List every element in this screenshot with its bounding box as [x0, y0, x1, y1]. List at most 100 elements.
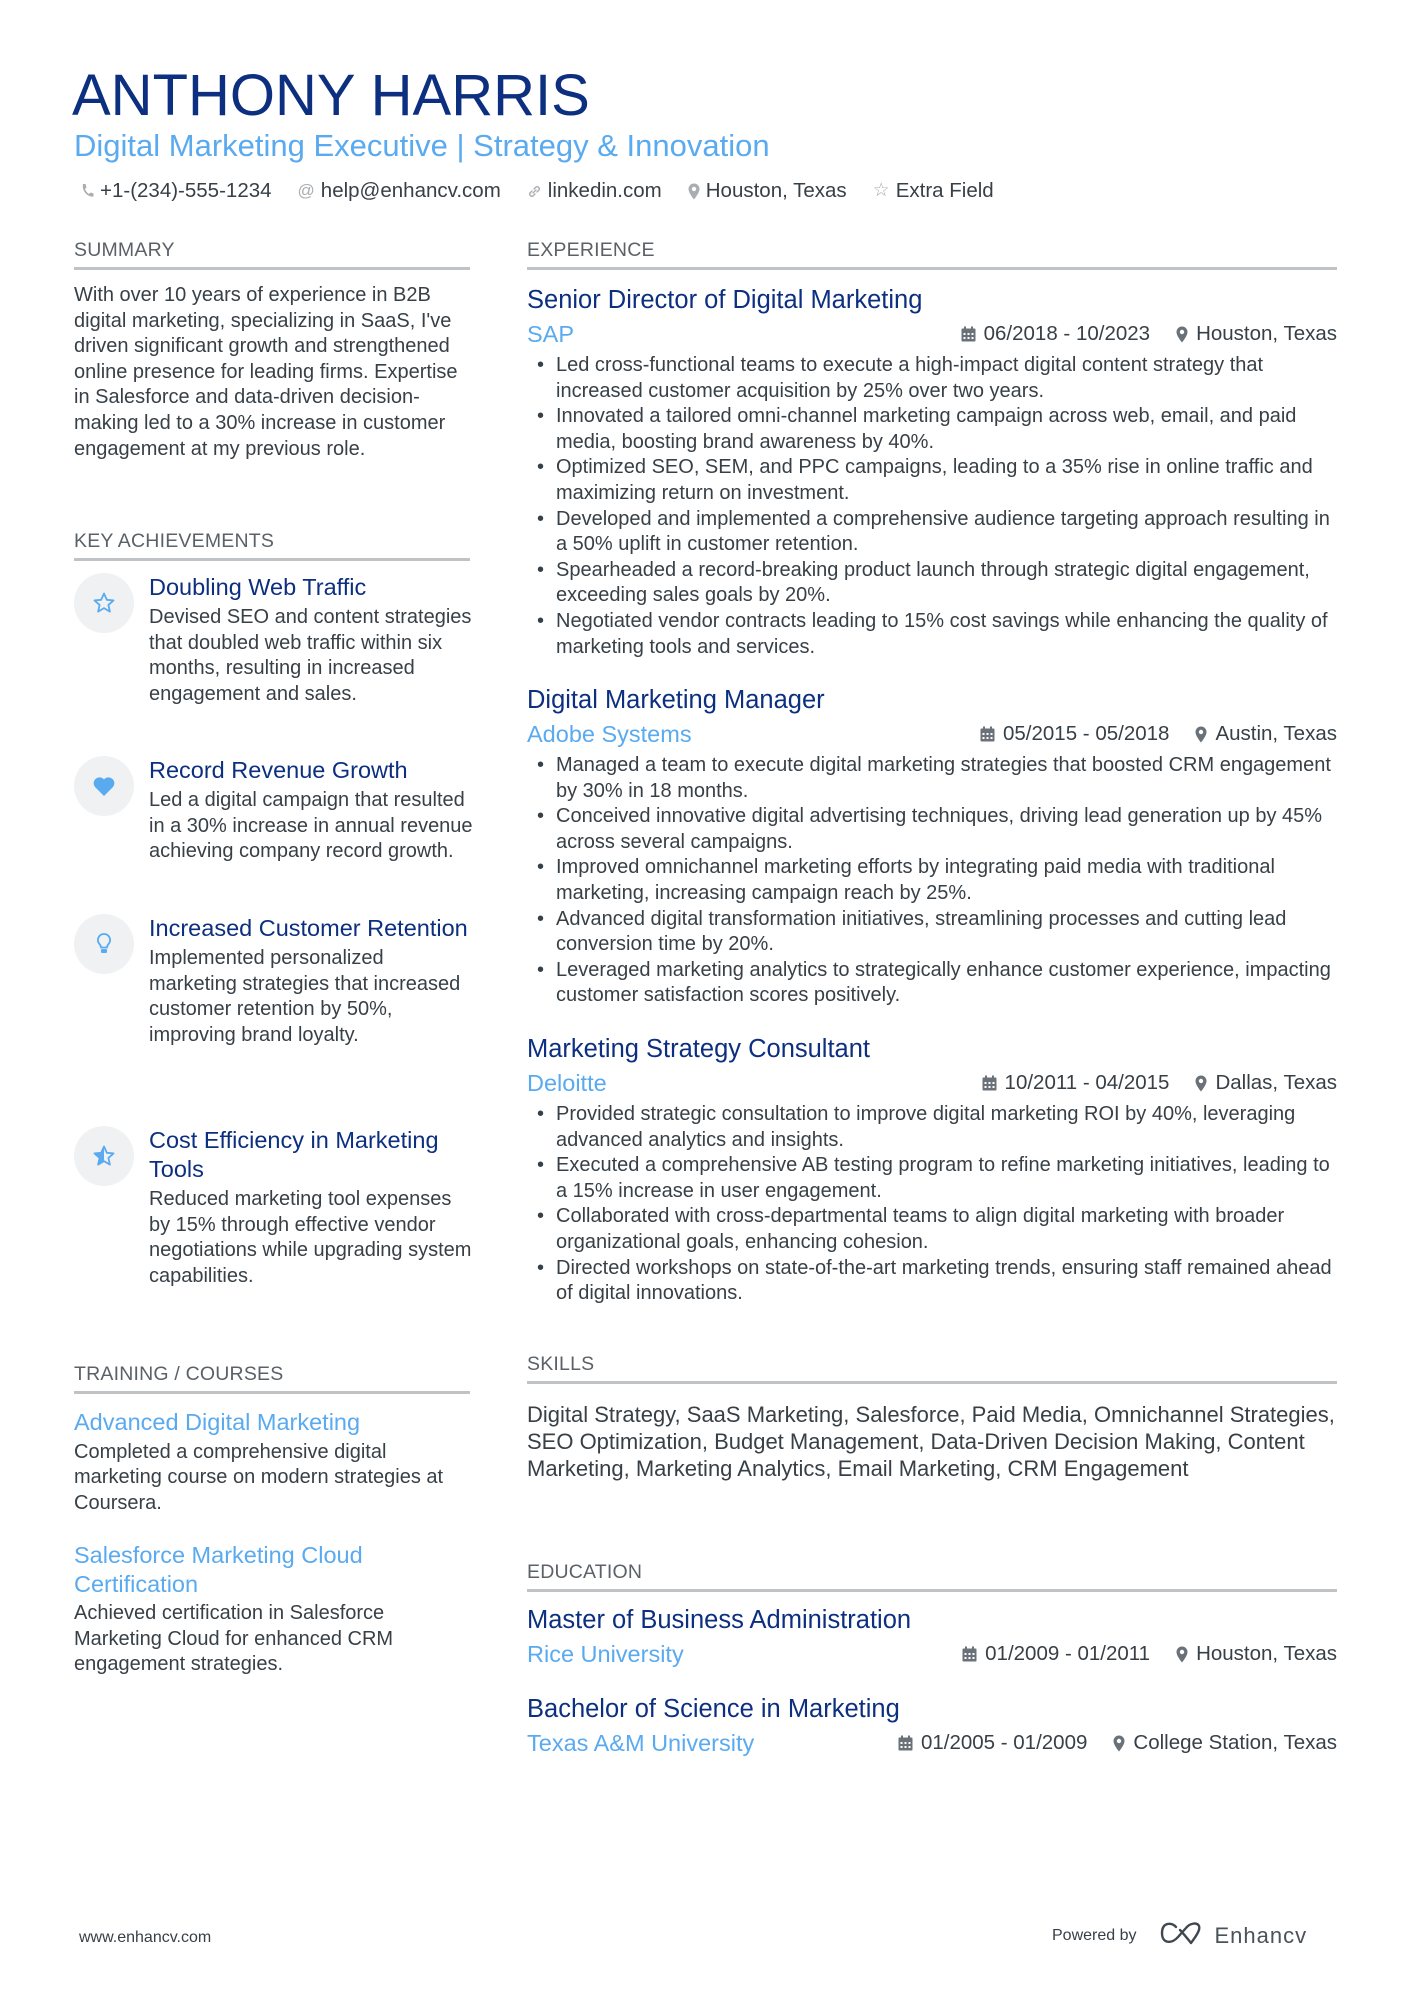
summary-text: With over 10 years of experience in B2B … — [74, 284, 458, 460]
extra-field-text: Extra Field — [895, 179, 994, 202]
achievement-title: Record Revenue Growth — [149, 757, 408, 783]
enhancv-logo-icon — [1159, 1920, 1205, 1952]
education-location: Houston, Texas — [1196, 1642, 1337, 1665]
job-dates: 06/2018 - 10/2023 — [983, 322, 1151, 345]
job-entry: Digital Marketing Manager Adobe Systems … — [527, 684, 1337, 1009]
job-dates: 05/2015 - 05/2018 — [1003, 722, 1170, 745]
achievement-desc: Implemented personalized marketing strat… — [149, 947, 461, 1046]
experience-heading: EXPERIENCE — [527, 238, 1337, 270]
lightbulb-icon — [74, 914, 134, 974]
achievement-title: Cost Efficiency in Marketing Tools — [149, 1127, 439, 1182]
education-dates: 01/2009 - 01/2011 — [985, 1642, 1151, 1665]
location-icon — [1113, 1735, 1125, 1752]
heart-icon — [74, 756, 134, 816]
summary-heading: SUMMARY — [74, 238, 470, 270]
job-bullet: Executed a comprehensive AB testing prog… — [527, 1153, 1337, 1204]
phone-text[interactable]: +1-(234)-555-1234 — [100, 176, 272, 206]
location-icon — [688, 183, 700, 200]
contact-phone: +1-(234)-555-1234 — [80, 176, 272, 206]
education-entry: Bachelor of Science in Marketing Texas A… — [527, 1693, 1337, 1758]
linkedin-link[interactable]: linkedin.com — [548, 176, 662, 206]
achievements-heading: KEY ACHIEVEMENTS — [74, 529, 470, 561]
footer-website[interactable]: www.enhancv.com — [79, 1929, 211, 1947]
contact-location: Houston, Texas — [688, 176, 847, 206]
location-icon — [1195, 1075, 1207, 1092]
achievement-desc: Led a digital campaign that resulted in … — [149, 789, 473, 863]
job-company: SAP — [527, 320, 575, 347]
job-bullet: Innovated a tailored omni-channel market… — [527, 404, 1337, 455]
course-desc: Achieved certification in Salesforce Mar… — [74, 1602, 394, 1676]
job-bullet: Developed and implemented a comprehensiv… — [527, 507, 1337, 558]
calendar-icon — [898, 1735, 913, 1751]
achievement-desc: Devised SEO and content strategies that … — [149, 606, 472, 705]
contact-email: @ help@enhancv.com — [298, 176, 501, 206]
contact-row: +1-(234)-555-1234 @ help@enhancv.com lin… — [80, 176, 994, 206]
job-bullets: Managed a team to execute digital market… — [527, 753, 1337, 1009]
job-location: Houston, Texas — [1196, 322, 1337, 345]
half-star-icon — [74, 1126, 134, 1186]
job-bullet: Leveraged marketing analytics to strateg… — [527, 958, 1337, 1009]
calendar-icon — [962, 1646, 977, 1662]
education-location: College Station, Texas — [1133, 1731, 1337, 1754]
location-icon — [1195, 726, 1207, 743]
job-bullet: Negotiated vendor contracts leading to 1… — [527, 609, 1337, 660]
contact-linkedin: linkedin.com — [527, 176, 662, 206]
course-title: Advanced Digital Marketing — [74, 1409, 361, 1435]
job-bullet: Optimized SEO, SEM, and PPC campaigns, l… — [527, 455, 1337, 506]
enhancv-logo[interactable]: Enhancv — [1159, 1920, 1308, 1952]
calendar-icon — [982, 1075, 997, 1091]
school: Texas A&M University — [527, 1729, 755, 1756]
job-location: Dallas, Texas — [1215, 1071, 1337, 1094]
job-bullets: Provided strategic consultation to impro… — [527, 1102, 1337, 1307]
star-outline-icon — [74, 573, 134, 633]
location-text: Houston, Texas — [705, 179, 847, 202]
education-entry: Master of Business Administration Rice U… — [527, 1604, 1337, 1669]
course-title: Salesforce Marketing Cloud Certification — [74, 1542, 363, 1597]
education-heading: EDUCATION — [527, 1560, 1337, 1592]
education-dates: 01/2005 - 01/2009 — [920, 1731, 1088, 1754]
achievement-title: Doubling Web Traffic — [149, 574, 367, 600]
job-role: Digital Marketing Manager — [527, 686, 825, 714]
email-link[interactable]: help@enhancv.com — [321, 176, 501, 206]
location-icon — [1176, 326, 1188, 343]
link-icon — [527, 184, 542, 199]
job-dates: 10/2011 - 04/2015 — [1004, 1071, 1170, 1094]
candidate-name: ANTHONY HARRIS — [72, 63, 590, 128]
job-bullet: Spearheaded a record-breaking product la… — [527, 558, 1337, 609]
location-icon — [1176, 1646, 1188, 1663]
job-entry: Senior Director of Digital Marketing SAP… — [527, 284, 1337, 660]
job-bullet: Improved omnichannel marketing efforts b… — [527, 855, 1337, 906]
skills-text: Digital Strategy, SaaS Marketing, Salesf… — [527, 1402, 1335, 1481]
job-entry: Marketing Strategy Consultant Deloitte 1… — [527, 1033, 1337, 1307]
school: Rice University — [527, 1640, 684, 1667]
achievement-desc: Reduced marketing tool expenses by 15% t… — [149, 1188, 472, 1287]
course-desc: Completed a comprehensive digital market… — [74, 1440, 444, 1514]
job-company: Adobe Systems — [527, 720, 692, 747]
job-location: Austin, Texas — [1215, 722, 1337, 745]
star-icon: ☆ — [872, 180, 890, 201]
job-company: Deloitte — [527, 1069, 607, 1096]
at-icon: @ — [297, 181, 315, 200]
degree: Bachelor of Science in Marketing — [527, 1695, 900, 1723]
achievement-title: Increased Customer Retention — [149, 915, 468, 941]
calendar-icon — [961, 326, 976, 342]
job-role: Senior Director of Digital Marketing — [527, 286, 923, 314]
job-bullet: Managed a team to execute digital market… — [527, 753, 1337, 804]
training-heading: TRAINING / COURSES — [74, 1362, 470, 1394]
skills-heading: SKILLS — [527, 1352, 1337, 1384]
footer-branding: Powered by Enhancv — [1052, 1920, 1307, 1952]
job-bullet: Collaborated with cross-departmental tea… — [527, 1204, 1337, 1255]
job-role: Marketing Strategy Consultant — [527, 1035, 871, 1063]
contact-extra: ☆ Extra Field — [873, 176, 994, 206]
course-item: Advanced Digital Marketing Completed a c… — [74, 1408, 470, 1516]
calendar-icon — [980, 726, 995, 742]
job-bullet: Led cross-functional teams to execute a … — [527, 353, 1337, 404]
degree: Master of Business Administration — [527, 1606, 912, 1634]
job-bullet: Advanced digital transformation initiati… — [527, 907, 1337, 958]
job-bullet: Directed workshops on state-of-the-art m… — [527, 1256, 1337, 1307]
phone-icon — [80, 183, 94, 199]
job-bullet: Conceived innovative digital advertising… — [527, 804, 1337, 855]
course-item: Salesforce Marketing Cloud Certification… — [74, 1541, 404, 1678]
powered-by-label: Powered by — [1052, 1927, 1137, 1944]
job-bullets: Led cross-functional teams to execute a … — [527, 353, 1337, 660]
